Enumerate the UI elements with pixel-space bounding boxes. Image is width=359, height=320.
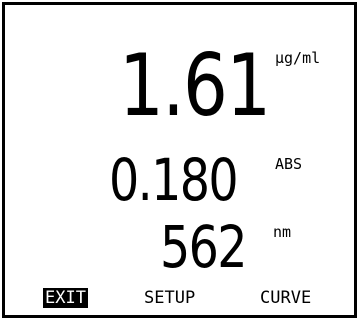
setup-softkey[interactable]: SETUP [144,288,195,308]
absorbance-unit: ABS [275,155,303,173]
curve-softkey[interactable]: CURVE [260,288,311,308]
wavelength-value: 562 [160,213,248,281]
instrument-display: 1.61 µg/ml 0.180 ABS 562 nm EXIT SETUP C… [2,2,357,318]
absorbance-value: 0.180 [109,146,239,214]
exit-softkey[interactable]: EXIT [43,288,88,308]
concentration-value: 1.61 [119,36,271,136]
concentration-unit: µg/ml [275,49,321,67]
wavelength-unit: nm [273,223,292,241]
